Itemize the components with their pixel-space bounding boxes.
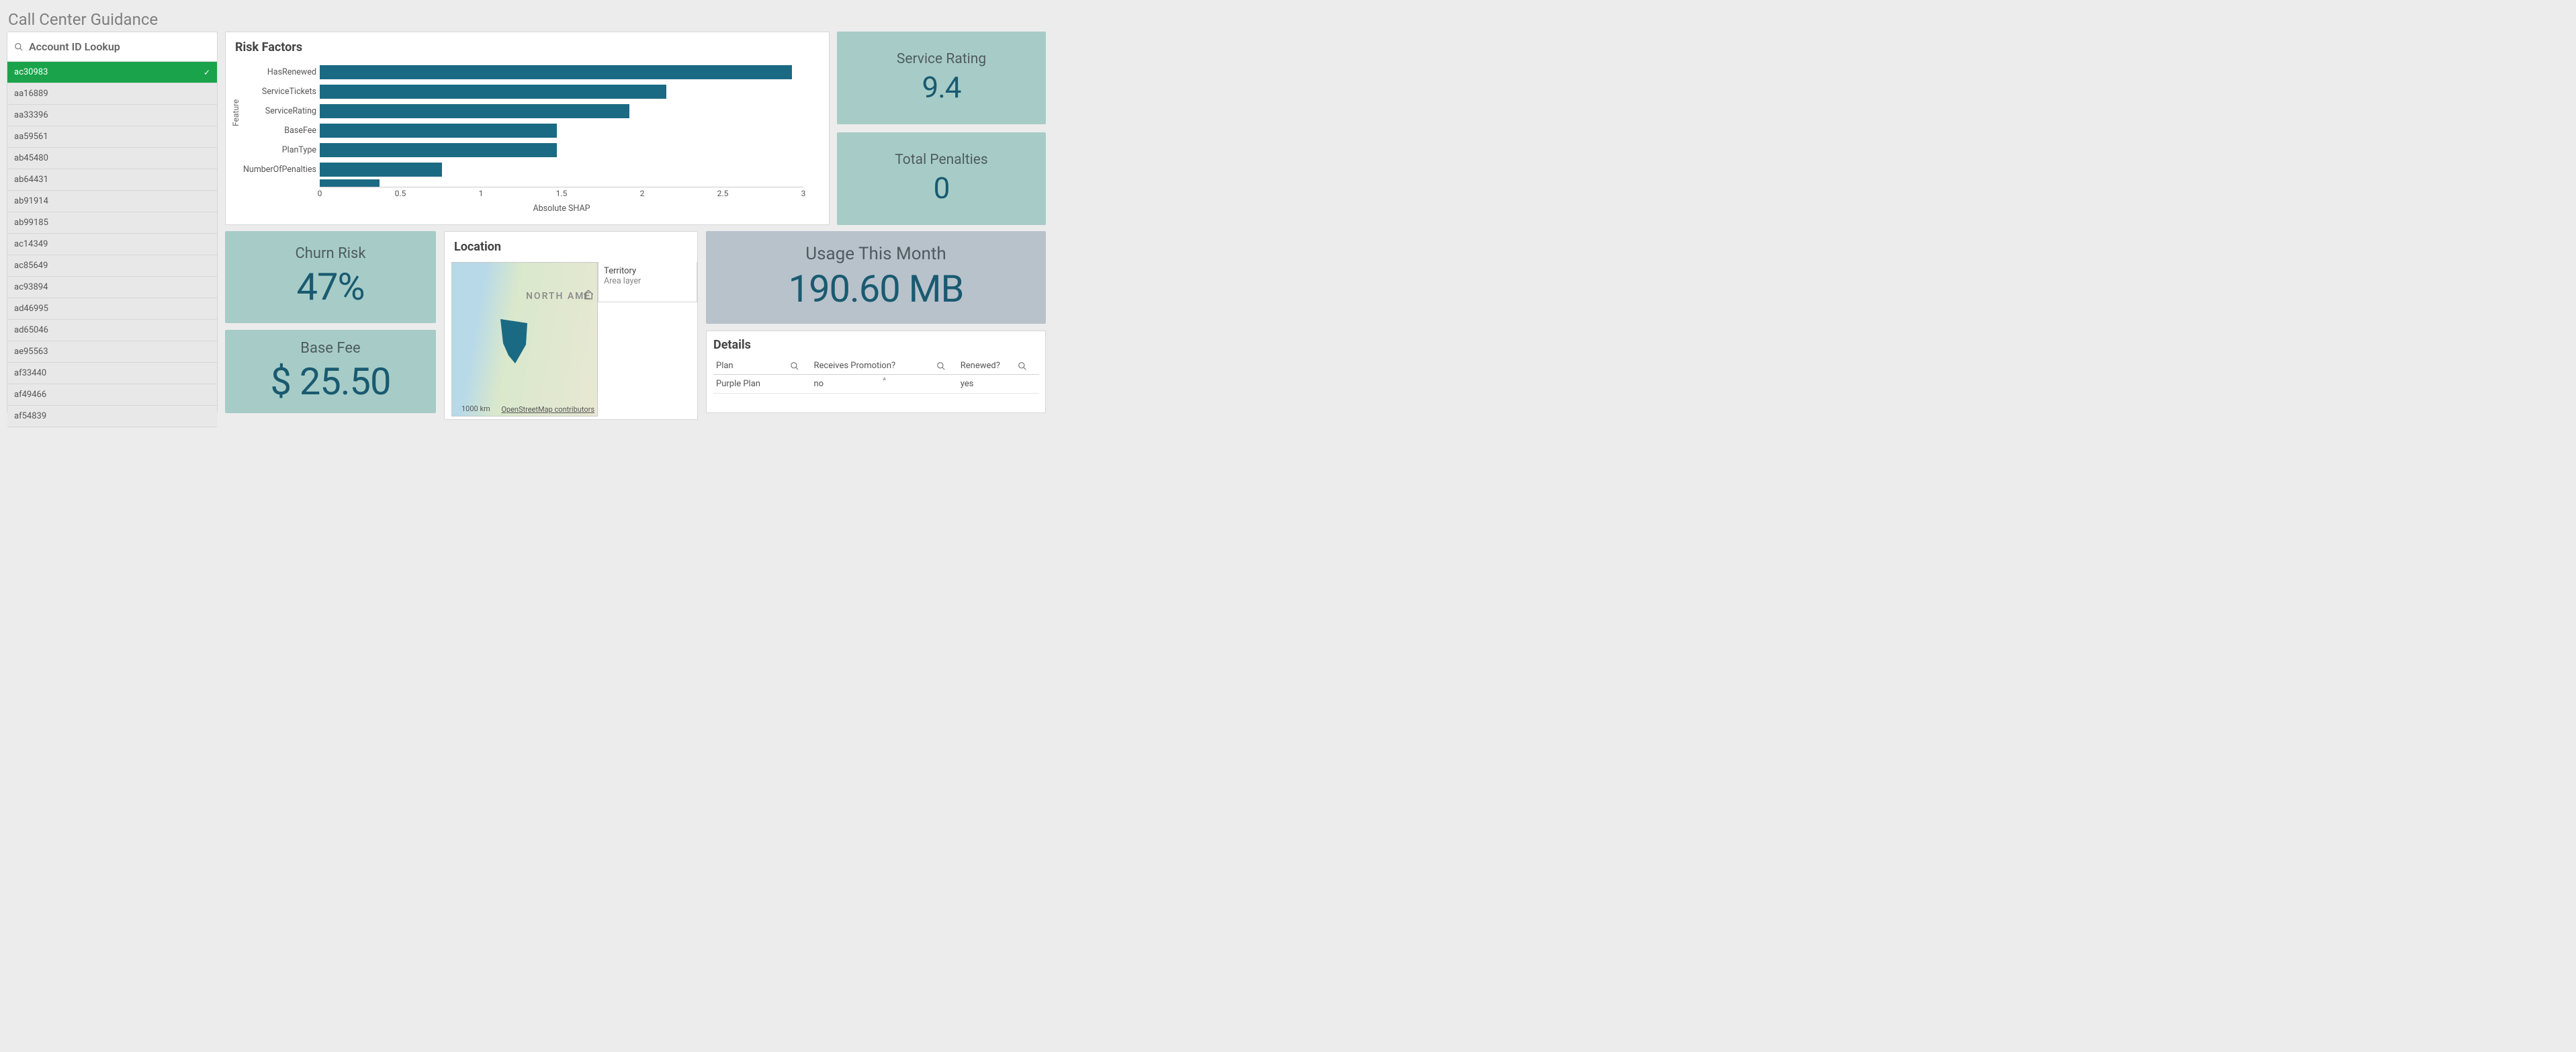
list-item[interactable]: ad65046 xyxy=(7,320,217,341)
chart-x-tick: 2.5 xyxy=(717,189,729,198)
list-item[interactable]: ad46995 xyxy=(7,298,217,320)
chart-x-axis: Absolute SHAP 0 0.5 1 1.5 2 2.5 3 xyxy=(320,187,803,220)
list-item[interactable]: af49466 xyxy=(7,384,217,406)
list-item[interactable]: ab91914 xyxy=(7,191,217,212)
search-icon[interactable] xyxy=(790,361,799,371)
map-attribution[interactable]: OpenStreetMap contributors xyxy=(501,405,594,414)
risk-factors-chart[interactable]: Feature HasRenewedServiceTicketsServiceR… xyxy=(226,59,822,221)
account-search-header[interactable]: Account ID Lookup xyxy=(7,32,217,62)
list-item[interactable]: ab64431 xyxy=(7,169,217,191)
cell-plan: Purple Plan xyxy=(713,375,811,394)
chart-bar[interactable]: HasRenewed xyxy=(320,62,803,82)
kpi-base-fee-title: Base Fee xyxy=(300,340,360,357)
chart-x-tick: 0.5 xyxy=(395,189,406,198)
list-item[interactable]: ac85649 xyxy=(7,255,217,277)
list-item[interactable]: aa59561 xyxy=(7,126,217,148)
search-icon[interactable] xyxy=(936,361,946,371)
kpi-base-fee-value: $ 25.50 xyxy=(270,359,390,404)
kpi-churn-risk: Churn Risk 47% xyxy=(225,231,436,323)
map-legend: Territory Area layer xyxy=(598,262,697,302)
chart-bar[interactable]: BaseFee xyxy=(320,121,803,140)
account-list-panel: Account ID Lookup ac30983✓aa16889aa33396… xyxy=(7,32,218,413)
details-col-promotion[interactable]: Receives Promotion? xyxy=(811,357,958,375)
chart-category-label: HasRenewed xyxy=(216,67,316,77)
list-item[interactable]: af33440 xyxy=(7,363,217,384)
kpi-service-rating-title: Service Rating xyxy=(897,51,986,67)
map-label-continent: NORTH AME xyxy=(526,291,591,302)
kpi-service-rating: Service Rating 9.4 xyxy=(837,32,1046,124)
kpi-total-penalties-title: Total Penalties xyxy=(895,152,987,168)
kpi-usage-title: Usage This Month xyxy=(805,244,946,264)
account-search-label: Account ID Lookup xyxy=(29,40,120,53)
location-panel: Location NORTH AME 1000 km OpenStreetMap… xyxy=(444,231,698,420)
map-scale: 1000 km xyxy=(461,404,490,413)
list-item[interactable]: aa16889 xyxy=(7,83,217,105)
details-col-plan[interactable]: Plan xyxy=(713,357,811,375)
kpi-base-fee: Base Fee $ 25.50 xyxy=(225,330,436,413)
list-item[interactable]: aa33396 xyxy=(7,105,217,126)
cell-renewed: yes xyxy=(958,375,1039,394)
chart-bar[interactable]: NumberOfPenalties xyxy=(320,160,803,179)
details-panel: Details Plan Receives Promotion? Renewed… xyxy=(706,331,1046,413)
account-list: ac30983✓aa16889aa33396aa59561ab45480ab64… xyxy=(7,62,217,427)
list-item[interactable]: ac93894 xyxy=(7,277,217,298)
kpi-churn-risk-value: 47% xyxy=(297,265,365,309)
map-legend-title: Territory xyxy=(604,266,691,276)
list-item[interactable]: af54839 xyxy=(7,406,217,427)
chart-bar[interactable]: PlanType xyxy=(320,140,803,160)
location-title: Location xyxy=(454,240,697,254)
list-item[interactable]: ae95563 xyxy=(7,341,217,363)
chart-bar[interactable]: ServiceRating xyxy=(320,101,803,121)
kpi-total-penalties: Total Penalties 0 xyxy=(837,132,1046,225)
chart-x-tick: 3 xyxy=(801,189,806,198)
kpi-churn-risk-title: Churn Risk xyxy=(295,245,365,262)
chart-x-tick: 0 xyxy=(318,189,322,198)
table-row[interactable]: Purple Plan no yes xyxy=(713,375,1039,394)
page-title: Call Center Guidance xyxy=(8,10,158,29)
chart-category-label: ServiceTickets xyxy=(216,87,316,97)
list-item[interactable]: ab45480 xyxy=(7,148,217,169)
list-item[interactable]: ab99185 xyxy=(7,212,217,234)
chart-bars: HasRenewedServiceTicketsServiceRatingBas… xyxy=(320,62,803,187)
map[interactable]: NORTH AME 1000 km OpenStreetMap contribu… xyxy=(451,262,598,417)
list-item[interactable]: ac14349 xyxy=(7,234,217,255)
risk-factors-panel: Risk Factors Feature HasRenewedServiceTi… xyxy=(225,32,830,225)
details-title: Details xyxy=(713,338,1045,352)
list-item[interactable]: ac30983✓ xyxy=(7,62,217,83)
chart-category-label: NumberOfPenalties xyxy=(216,165,316,175)
details-table: Plan Receives Promotion? Renewed? Purple… xyxy=(713,357,1039,394)
kpi-usage-value: 190.60 MB xyxy=(789,267,964,311)
check-icon: ✓ xyxy=(204,68,210,77)
home-icon[interactable] xyxy=(582,289,594,304)
chart-bar[interactable]: ServiceTickets xyxy=(320,82,803,101)
risk-factors-title: Risk Factors xyxy=(235,40,829,54)
chart-x-tick: 2 xyxy=(640,189,645,198)
kpi-service-rating-value: 9.4 xyxy=(922,70,961,105)
chart-x-tick: 1.5 xyxy=(556,189,568,198)
search-icon[interactable] xyxy=(1018,361,1027,371)
chart-category-label: BaseFee xyxy=(216,126,316,136)
map-territory-shape xyxy=(499,316,533,370)
kpi-total-penalties-value: 0 xyxy=(934,171,950,206)
chart-category-label: PlanType xyxy=(216,145,316,155)
kpi-usage: Usage This Month 190.60 MB xyxy=(706,231,1046,324)
chart-category-label: ServiceRating xyxy=(216,106,316,116)
chart-x-axis-label: Absolute SHAP xyxy=(533,204,590,214)
details-col-renewed[interactable]: Renewed? xyxy=(958,357,1039,375)
search-icon xyxy=(14,42,24,52)
map-legend-subtitle: Area layer xyxy=(604,276,691,286)
chart-x-tick: 1 xyxy=(479,189,484,198)
